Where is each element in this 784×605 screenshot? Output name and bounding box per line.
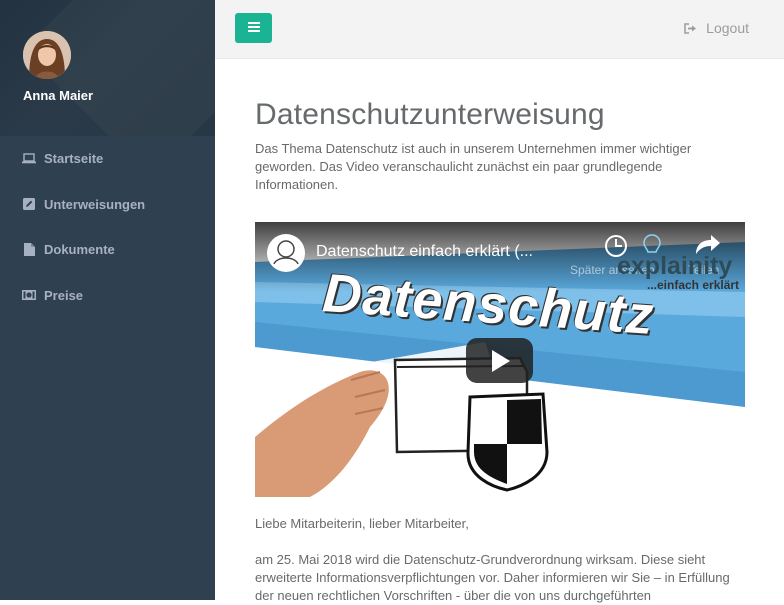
sidebar-item-dokumente[interactable]: Dokumente: [0, 227, 215, 273]
body-text: am 25. Mai 2018 wird die Datenschutz-Gru…: [255, 552, 730, 603]
sidebar-item-label: Preise: [44, 287, 84, 303]
sidebar-item-label: Unterweisungen: [44, 196, 146, 212]
avatar[interactable]: [23, 31, 71, 79]
laptop-icon: [22, 152, 36, 166]
sidebar-item-label: Startseite: [44, 151, 104, 167]
hamburger-icon: [247, 19, 260, 37]
brand-logo: explainity: [617, 252, 733, 280]
video-title[interactable]: Datenschutz einfach erklärt (...: [316, 243, 566, 261]
sidebar-item-unterweisungen[interactable]: Unterweisungen: [0, 182, 215, 228]
user-name[interactable]: Anna Maier: [23, 88, 93, 103]
logout-label: Logout: [706, 20, 749, 36]
sidebar-item-startseite[interactable]: Startseite: [0, 136, 215, 182]
greeting-text: Liebe Mitarbeiterin, lieber Mitarbeiter,: [255, 516, 469, 531]
video-player[interactable]: Datenschutz einfach erklärt (... Später …: [255, 222, 745, 497]
intro-text: Das Thema Datenschutz ist auch in unsere…: [255, 141, 692, 192]
sidebar-item-preise[interactable]: Preise: [0, 273, 215, 319]
page-title: Datenschutzunterweisung: [255, 98, 605, 131]
top-navbar: Logout: [215, 0, 784, 59]
sidebar: Anna Maier Startseite Unterweisungen Dok…: [0, 0, 215, 600]
brand-tagline: ...einfach erklärt: [647, 278, 740, 292]
main-content: Datenschutzunterweisung Das Thema Datens…: [255, 58, 755, 194]
logout-link[interactable]: Logout: [684, 20, 749, 36]
money-icon: [22, 288, 36, 302]
sidebar-item-label: Dokumente: [44, 242, 115, 258]
profile-header: Anna Maier: [0, 0, 215, 136]
edit-icon: [22, 197, 36, 211]
menu-toggle-button[interactable]: [235, 13, 272, 43]
sign-out-icon: [684, 22, 697, 34]
sidebar-nav: Startseite Unterweisungen Dokumente Prei…: [0, 136, 215, 318]
file-icon: [22, 243, 36, 257]
